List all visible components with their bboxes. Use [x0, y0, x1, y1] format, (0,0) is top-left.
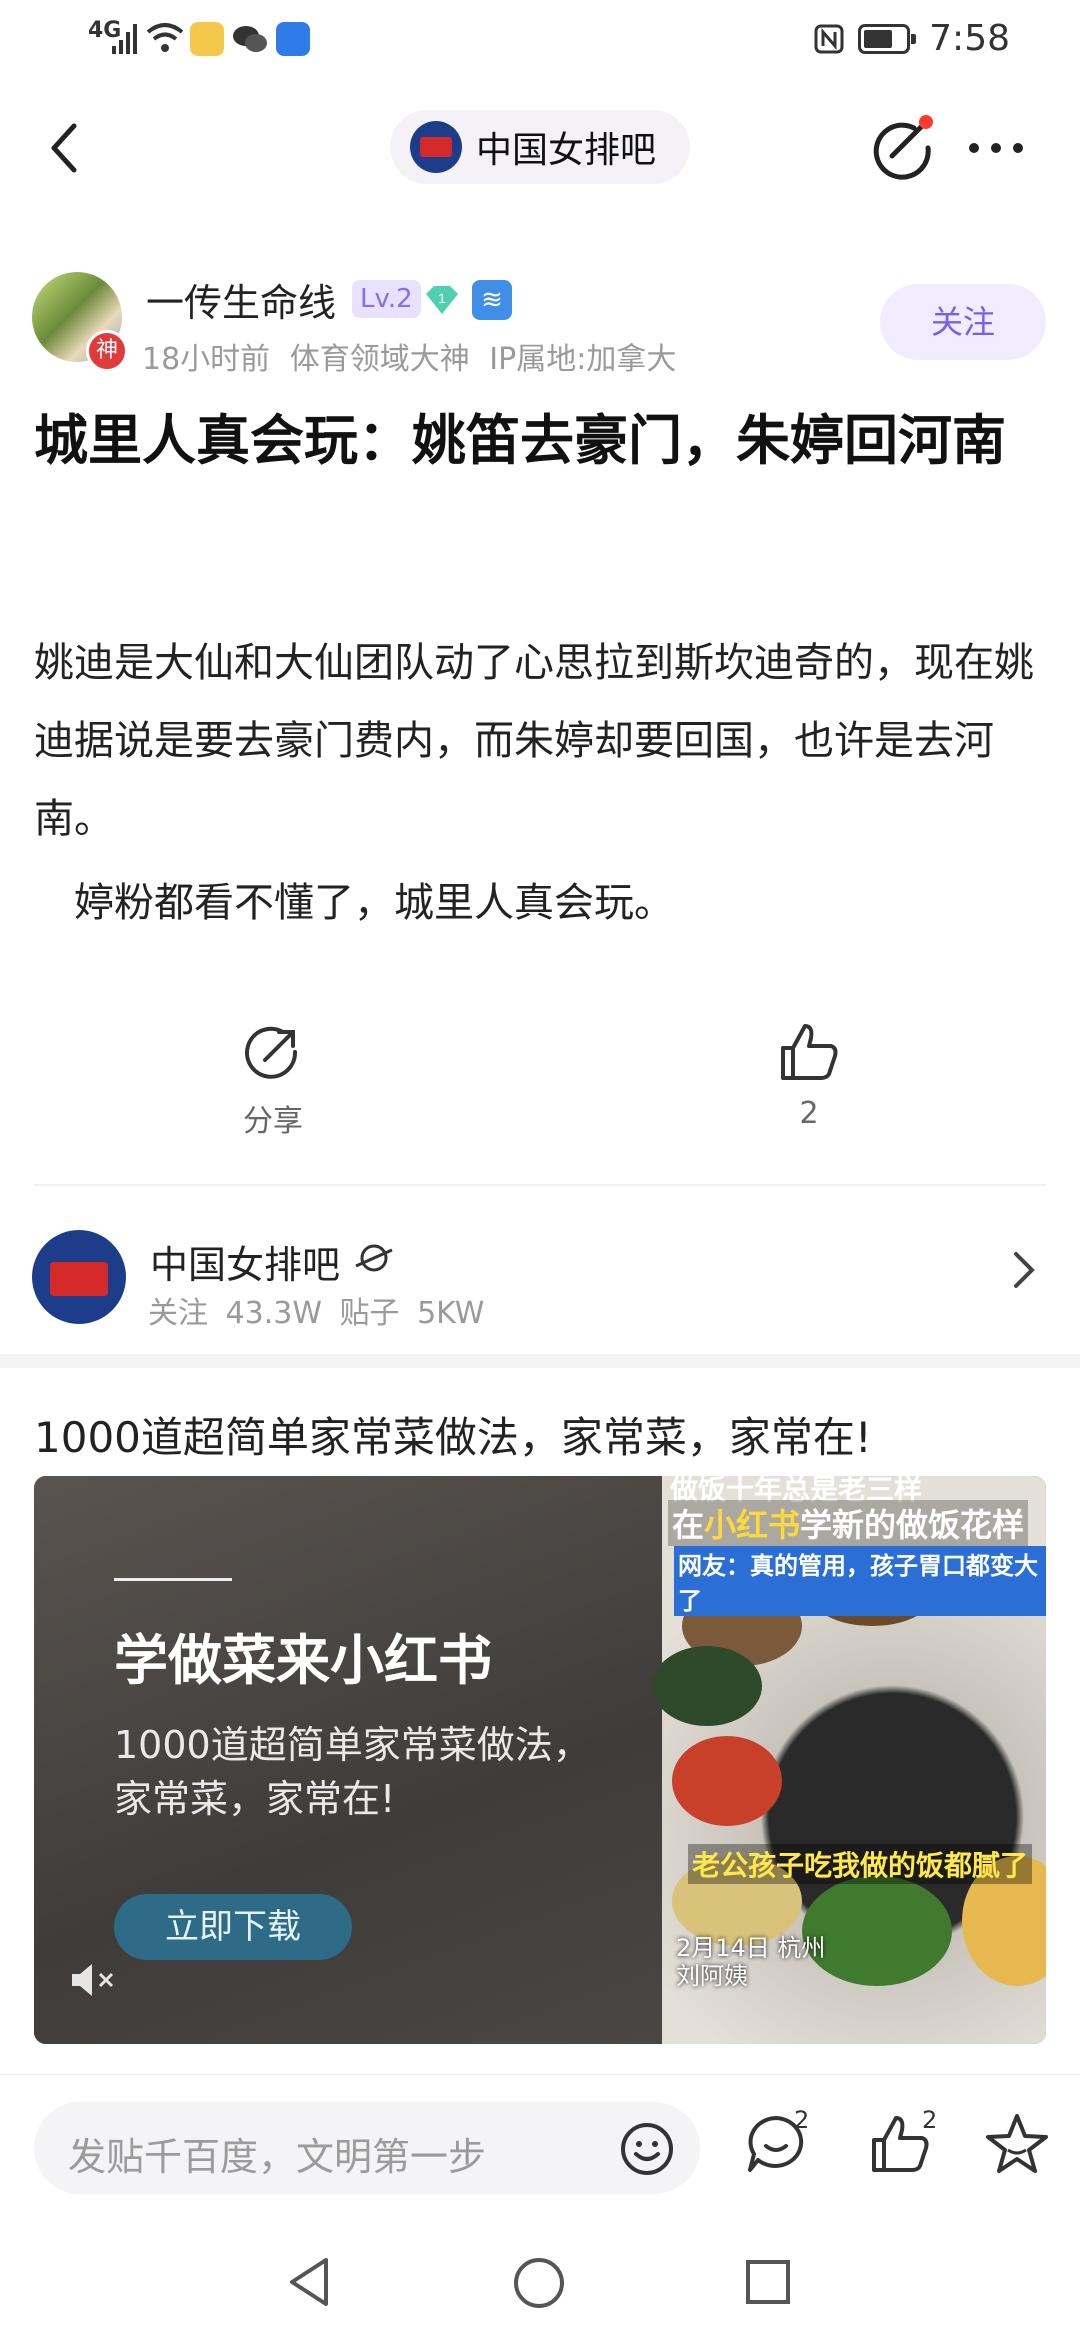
author-title: 体育领域大神	[289, 342, 470, 377]
bulb-app-icon	[276, 22, 310, 56]
divider	[34, 1184, 1046, 1186]
gem-icon: 1	[426, 286, 458, 314]
ad-headline: 学做菜来小红书	[114, 1629, 492, 1692]
reply-input-placeholder: 发贴千百度，文明第一步	[68, 2135, 487, 2179]
more-icon[interactable]	[966, 138, 1026, 158]
planet-icon	[355, 1244, 393, 1272]
reply-input[interactable]: 发贴千百度，文明第一步	[34, 2102, 700, 2194]
wifi-icon	[146, 23, 184, 52]
share-button[interactable]: 分享	[218, 1024, 328, 1140]
mute-icon[interactable]	[70, 1960, 120, 2000]
battery-icon	[858, 24, 916, 54]
ip-location: IP属地:加拿大	[489, 342, 677, 377]
download-button[interactable]: 立即下载	[114, 1894, 352, 1960]
back-icon[interactable]	[46, 120, 82, 176]
post-paragraph-2: 婷粉都看不懂了，城里人真会玩。	[74, 880, 674, 926]
status-bar: 4G 7:58	[0, 0, 1080, 84]
nfc-icon	[814, 24, 844, 54]
nav-recents-icon[interactable]	[744, 2258, 792, 2306]
comment-button[interactable]: 2	[744, 2106, 834, 2192]
nav-home-icon[interactable]	[512, 2256, 566, 2310]
level-badge: Lv.2	[352, 280, 421, 318]
ad-title[interactable]: 1000道超简单家常菜做法，家常菜，家常在!	[34, 1404, 872, 1465]
star-icon[interactable]	[984, 2112, 1050, 2178]
post-paragraph-1: 姚迪是大仙和大仙团队动了心思拉到斯坎迪奇的，现在姚迪据说是要去豪门费内，而朱婷却…	[34, 640, 1034, 842]
ad-left-panel: 学做菜来小红书 1000道超简单家常菜做法，家常菜，家常在! 立即下载	[34, 1476, 662, 2044]
forum-card-stats: 关注 43.3W 贴子 5KW	[148, 1296, 485, 1331]
ad-overlay-main: 在小红书学新的做饭花样	[668, 1500, 1029, 1546]
ad-overlay-bottom: 老公孩子吃我做的饭都腻了	[688, 1844, 1033, 1884]
gem-level: 1	[438, 290, 446, 306]
forum-pill[interactable]: 中国女排吧	[390, 110, 690, 184]
ad-subline: 1000道超简单家常菜做法，家常菜，家常在!	[114, 1723, 591, 1821]
post-time: 18小时前	[142, 342, 271, 377]
system-nav-bar	[0, 2236, 1080, 2340]
author-meta: 18小时前 体育领域大神 IP属地:加拿大	[142, 334, 676, 378]
compose-icon[interactable]	[868, 112, 940, 184]
chevron-right-icon[interactable]	[1012, 1250, 1036, 1290]
ad-video[interactable]: 学做菜来小红书 1000道超简单家常菜做法，家常菜，家常在! 立即下载 做饭十年…	[34, 1476, 1046, 2044]
author-name[interactable]: 一传生命线	[146, 272, 336, 327]
follow-button[interactable]: 关注	[880, 284, 1046, 360]
like-button[interactable]: 2	[754, 1020, 864, 1131]
share-label: 分享	[243, 1104, 303, 1139]
nav-back-icon[interactable]	[286, 2256, 332, 2308]
section-separator	[0, 1354, 1080, 1368]
forum-card-name[interactable]: 中国女排吧	[150, 1234, 340, 1289]
forum-logo	[410, 121, 462, 173]
ad-overlay-quote: 网友：真的管用，孩子胃口都变大了	[674, 1546, 1046, 1616]
constellation-icon: ≋	[472, 280, 512, 320]
share-icon	[245, 1026, 298, 1079]
ad-food-image: 做饭十年总是老三样 在小红书学新的做饭花样 网友：真的管用，孩子胃口都变大了 老…	[652, 1476, 1046, 2044]
signal-bars-icon	[112, 24, 137, 54]
emoji-icon[interactable]	[620, 2122, 674, 2176]
forum-card-logo[interactable]	[32, 1230, 126, 1324]
like-count: 2	[799, 1096, 819, 1131]
thumbs-up-icon	[781, 1024, 838, 1080]
notification-app-icon	[190, 22, 224, 56]
comment-count: 2	[794, 2106, 810, 2134]
ad-overlay-date: 2月14日 杭州	[676, 1934, 826, 1962]
wechat-icon	[233, 26, 267, 52]
god-badge: 神	[86, 330, 128, 372]
ad-overlay-name: 刘阿姨	[676, 1962, 748, 1990]
forum-pill-name: 中国女排吧	[476, 130, 657, 171]
ad-overlay-caption: 2月14日 杭州 刘阿姨	[676, 1934, 825, 1990]
post-title: 城里人真会玩：姚笛去豪门，朱婷回河南	[34, 409, 1006, 472]
clock: 7:58	[929, 18, 1010, 59]
bottom-like-button[interactable]: 2	[868, 2106, 958, 2192]
bottom-like-count: 2	[922, 2106, 938, 2134]
